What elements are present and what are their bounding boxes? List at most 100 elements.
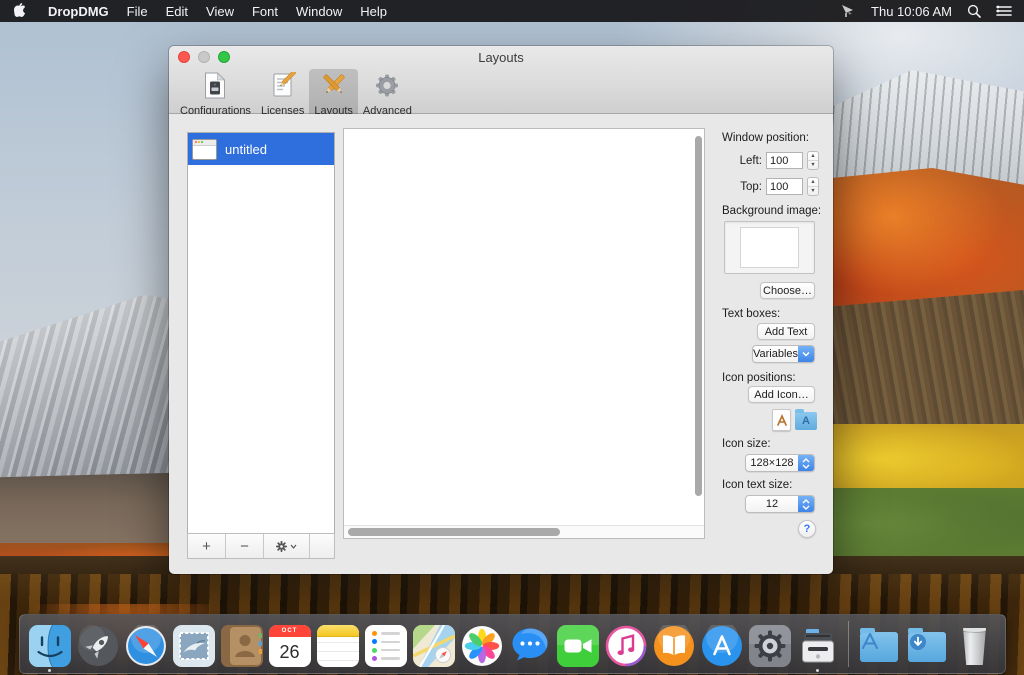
notes-icon: [317, 625, 359, 667]
spotlight-search-icon[interactable]: [967, 4, 981, 18]
layout-list-item-untitled[interactable]: untitled: [188, 133, 334, 165]
ibooks-icon: [653, 625, 695, 667]
icon-size-popup[interactable]: 128×128: [745, 454, 815, 472]
dock-calendar[interactable]: OCT 26: [269, 625, 311, 667]
add-icon-button[interactable]: Add Icon…: [748, 386, 815, 403]
dock-messages[interactable]: [509, 625, 551, 667]
list-action-bar: + −: [187, 533, 335, 559]
dock-contacts[interactable]: [221, 625, 263, 667]
layout-preview-canvas[interactable]: [343, 128, 705, 539]
app-icon-thumbnail[interactable]: [772, 409, 791, 431]
tab-advanced[interactable]: Advanced: [358, 69, 417, 119]
menu-app-name[interactable]: DropDMG: [48, 4, 109, 19]
dock-divider: [848, 621, 849, 667]
window-title: Layouts: [169, 50, 833, 65]
dock-system-preferences[interactable]: [749, 625, 791, 667]
apple-menu-icon[interactable]: [14, 3, 28, 19]
menu-help[interactable]: Help: [360, 4, 387, 19]
layouts-list: untitled + −: [187, 132, 335, 559]
dock-safari[interactable]: [125, 625, 167, 667]
horizontal-scrollbar[interactable]: [348, 528, 560, 536]
trash-icon: [962, 628, 988, 665]
disk-image-document-icon: [202, 72, 228, 104]
dock-trash[interactable]: [954, 625, 996, 667]
dock-downloads-folder[interactable]: [906, 625, 948, 667]
left-position-field[interactable]: [766, 152, 803, 169]
top-stepper[interactable]: ▲▼: [807, 177, 819, 196]
preferences-toolbar: Configurations Licenses Layouts Advanced: [175, 69, 417, 119]
add-layout-button[interactable]: +: [188, 534, 226, 558]
calendar-month: OCT: [269, 625, 311, 637]
launchpad-icon: [77, 625, 119, 667]
popup-updown-icon: [798, 455, 814, 471]
window-position-label: Window position:: [722, 132, 809, 144]
layouts-pane: untitled + − Window position: Left:: [169, 114, 833, 574]
text-boxes-label: Text boxes:: [722, 308, 780, 320]
menu-font[interactable]: Font: [252, 4, 278, 19]
gear-icon: [276, 541, 287, 552]
reminders-icon: [365, 625, 407, 667]
top-label: Top:: [714, 181, 762, 193]
itunes-icon: [605, 625, 647, 667]
dock-maps[interactable]: [413, 625, 455, 667]
title-bar[interactable]: Layouts: [169, 46, 833, 68]
license-document-pencil-icon: [270, 72, 296, 104]
dock-finder[interactable]: [29, 625, 71, 667]
running-indicator: [48, 669, 51, 672]
background-image-well[interactable]: [724, 221, 815, 274]
vertical-scrollbar[interactable]: [695, 136, 702, 496]
menu-file[interactable]: File: [127, 4, 148, 19]
dock-itunes[interactable]: [605, 625, 647, 667]
dock-notes[interactable]: [317, 625, 359, 667]
help-button[interactable]: ?: [798, 520, 816, 538]
dock-reminders[interactable]: [365, 625, 407, 667]
menu-clock[interactable]: Thu 10:06 AM: [871, 4, 952, 19]
remove-layout-button[interactable]: −: [226, 534, 264, 558]
menu-window[interactable]: Window: [296, 4, 342, 19]
dock-mail[interactable]: [173, 625, 215, 667]
mail-icon: [173, 625, 215, 667]
tab-layouts[interactable]: Layouts: [309, 69, 358, 119]
left-stepper[interactable]: ▲▼: [807, 151, 819, 170]
dropdmg-icon: [797, 625, 839, 667]
background-image-label: Background image:: [722, 205, 821, 217]
choose-background-button[interactable]: Choose…: [760, 282, 815, 299]
window-chrome: Layouts Configurations Licenses Layouts: [169, 46, 833, 114]
dock-launchpad[interactable]: [77, 625, 119, 667]
menu-view[interactable]: View: [206, 4, 234, 19]
crossed-pencils-icon: [321, 72, 347, 104]
dock-photos[interactable]: [461, 625, 503, 667]
tab-licenses[interactable]: Licenses: [256, 69, 309, 119]
facetime-icon: [557, 625, 599, 667]
top-position-field[interactable]: [766, 178, 803, 195]
photos-icon: [461, 625, 503, 667]
action-menu-button[interactable]: [264, 534, 310, 558]
add-text-button[interactable]: Add Text: [757, 323, 815, 340]
layout-thumbnail-icon: [192, 139, 217, 160]
layout-name: untitled: [225, 142, 267, 157]
chevron-down-icon: [290, 544, 297, 549]
calendar-day: 26: [269, 637, 311, 667]
dock: OCT 26: [0, 614, 1024, 674]
icon-positions-label: Icon positions:: [722, 372, 796, 384]
variables-popup[interactable]: Variables: [752, 345, 815, 363]
dock-facetime[interactable]: [557, 625, 599, 667]
dock-app-store[interactable]: [701, 625, 743, 667]
messages-icon: [509, 625, 551, 667]
notification-center-icon[interactable]: [996, 5, 1012, 17]
running-indicator: [816, 669, 819, 672]
horizontal-scrollbar-track: [344, 525, 704, 538]
app-store-icon: [701, 625, 743, 667]
downloads-folder-icon: [908, 632, 946, 662]
tab-configurations[interactable]: Configurations: [175, 69, 256, 119]
dock-applications-folder[interactable]: [858, 625, 900, 667]
dock-dropdmg[interactable]: [797, 625, 839, 667]
dropdmg-preferences-window: Layouts Configurations Licenses Layouts: [169, 46, 833, 574]
applications-folder-icon: [860, 632, 898, 662]
menu-edit[interactable]: Edit: [166, 4, 188, 19]
icon-text-size-popup[interactable]: 12: [745, 495, 815, 513]
dropdmg-status-icon[interactable]: [840, 4, 856, 18]
dock-ibooks[interactable]: [653, 625, 695, 667]
applications-folder-thumbnail[interactable]: A: [795, 412, 817, 430]
contacts-icon: [221, 625, 263, 667]
